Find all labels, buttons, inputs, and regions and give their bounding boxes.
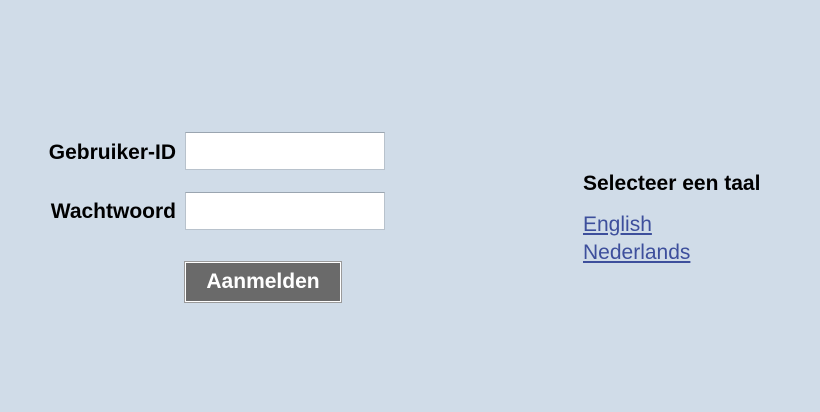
password-input[interactable]: [185, 192, 385, 230]
login-button[interactable]: Aanmelden: [184, 261, 342, 303]
language-list: English Nederlands: [583, 211, 803, 267]
user-id-label: Gebruiker-ID: [48, 141, 176, 164]
user-id-input[interactable]: [185, 132, 385, 170]
language-item-english: English: [583, 211, 803, 239]
language-selector: Selecteer een taal English Nederlands: [583, 171, 803, 267]
language-link-nederlands[interactable]: Nederlands: [583, 241, 690, 264]
language-heading: Selecteer een taal: [583, 172, 761, 195]
language-link-english[interactable]: English: [583, 213, 652, 236]
password-label: Wachtwoord: [50, 200, 176, 223]
language-item-nederlands: Nederlands: [583, 239, 803, 267]
